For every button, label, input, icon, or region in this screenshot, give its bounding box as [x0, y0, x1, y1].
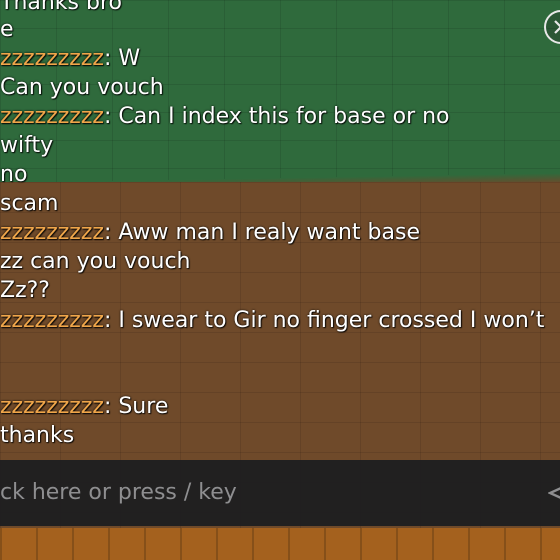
chat-text: Can I index this for base or no: [118, 104, 450, 129]
chat-text: Sure: [118, 394, 169, 419]
chat-text: zz can you vouch: [0, 249, 191, 274]
chat-text: Thanks bro: [0, 0, 122, 15]
chat-username: zzzzzzzzz: [0, 46, 104, 71]
ground-strip: [0, 528, 560, 560]
chat-message: scam: [0, 189, 58, 219]
chat-text: e: [0, 17, 14, 42]
chat-message: Can you vouch: [0, 73, 164, 103]
chat-message: zzzzzzzzz: Sure: [0, 394, 169, 419]
chat-text: W: [118, 46, 141, 71]
chat-log[interactable]: Thanks bro e zzzzzzzzz: W Can you vouch …: [0, 0, 560, 458]
chat-text: wifty: [0, 133, 54, 158]
chat-message: no: [0, 160, 27, 190]
chat-message: zzzzzzzzz: I swear to Gir no finger cros…: [0, 308, 545, 333]
chat-text: Zz??: [0, 278, 50, 303]
chat-text: Can you vouch: [0, 75, 164, 100]
chat-message: zzzzzzzzz: Aww man I realy want base: [0, 220, 420, 245]
send-icon[interactable]: [548, 482, 560, 504]
chat-text: no: [0, 162, 28, 187]
chat-message: zzzzzzzzz: W: [0, 46, 141, 71]
chat-message: thanks: [0, 421, 74, 451]
chat-message: Thanks bro: [0, 0, 122, 18]
chat-message: e: [0, 15, 14, 45]
chat-message: Zz??: [0, 276, 50, 306]
chat-username: zzzzzzzzz: [0, 220, 104, 245]
chat-text: scam: [0, 191, 59, 216]
chat-message: wifty: [0, 131, 53, 161]
chat-username: zzzzzzzzz: [0, 308, 104, 333]
close-icon: [554, 20, 560, 34]
chat-message: zz can you vouch: [0, 247, 190, 277]
chat-text: thanks: [0, 423, 75, 448]
chat-text: Aww man I realy want base: [118, 220, 420, 245]
chat-input-field[interactable]: ck here or press / key: [0, 476, 237, 510]
chat-username: zzzzzzzzz: [0, 104, 104, 129]
chat-message: zzzzzzzzz: Can I index this for base or …: [0, 104, 450, 129]
chat-username: zzzzzzzzz: [0, 394, 104, 419]
chat-text: I swear to Gir no finger crossed I won’t: [118, 308, 545, 333]
